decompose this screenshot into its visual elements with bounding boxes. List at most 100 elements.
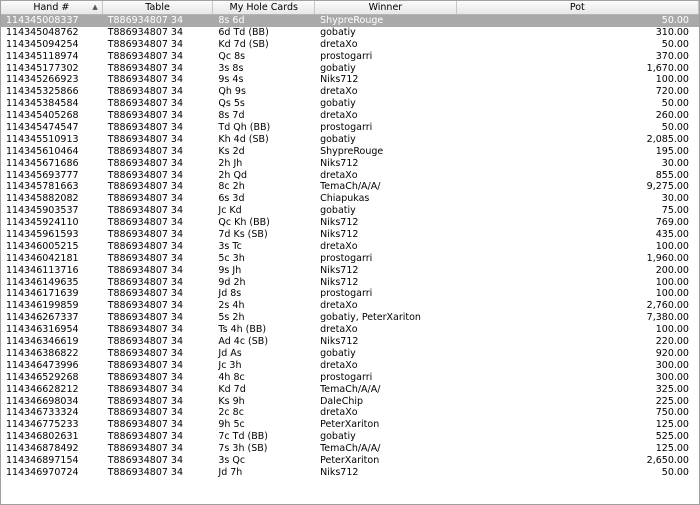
table-row[interactable]: 114346698034 T886934807 34 Ks 9h DaleChip 22… — [1, 396, 699, 408]
cell-hole-cards: Qs 5s — [218, 98, 245, 110]
table-row[interactable]: 114345671686 T886934807 34 2h Jh Niks712 30.… — [1, 158, 699, 170]
cell-table: T886934807 34 — [107, 205, 184, 217]
cell-winner: gobatiy — [320, 98, 356, 110]
cell-pot: 855.00 — [655, 169, 689, 181]
cell-table: T886934807 34 — [107, 86, 184, 98]
table-row[interactable]: 114346267337 T886934807 34 5s 2h gobatiy, P… — [1, 312, 699, 324]
cell-winner: dretaXo — [320, 38, 358, 50]
table-row[interactable]: 114346628212 T886934807 34 Kd 7d TemaCh/A/A… — [1, 384, 699, 396]
table-row[interactable]: 114345882082 T886934807 34 6s 3d Chiapukas 3… — [1, 193, 699, 205]
cell-table: T886934807 34 — [107, 110, 184, 122]
column-header-pot[interactable]: Pot — [457, 1, 699, 14]
cell-hole-cards: Kd 7d (SB) — [218, 38, 269, 50]
table-row[interactable]: 114345405268 T886934807 34 8s 7d dretaXo 260… — [1, 110, 699, 122]
table-row[interactable]: 114346775233 T886934807 34 9h 5c PeterXarit… — [1, 419, 699, 431]
cell-hole-cards: 6s 3d — [218, 193, 245, 205]
cell-table: T886934807 34 — [107, 26, 184, 38]
cell-table: T886934807 34 — [107, 15, 184, 26]
cell-hand: 114346113716 — [6, 264, 79, 276]
table-row[interactable]: 114346878492 T886934807 34 7s 3h (SB) TemaC… — [1, 443, 699, 455]
cell-hole-cards: 4h 8c — [218, 371, 245, 383]
table-row[interactable]: 114346970724 T886934807 34 Jd 7h Niks712 50.… — [1, 467, 699, 479]
cell-hand: 114346775233 — [6, 419, 79, 431]
cell-pot: 300.00 — [655, 371, 689, 383]
table-row[interactable]: 114345008337 T886934807 34 8s 6d ShypreRoug… — [1, 15, 699, 27]
cell-pot: 100.00 — [655, 276, 689, 288]
cell-winner: gobatiy, PeterXariton — [320, 312, 421, 324]
table-row[interactable]: 114346005215 T886934807 34 3s Tc dretaXo 100… — [1, 241, 699, 253]
cell-winner: dretaXo — [320, 407, 358, 419]
cell-hand: 114345474547 — [6, 122, 79, 134]
table-row[interactable]: 114345474547 T886934807 34 Td Qh (BB) prost… — [1, 122, 699, 134]
cell-hand: 114345610464 — [6, 145, 79, 157]
table-row[interactable]: 114345924110 T886934807 34 Qc Kh (BB) Niks7… — [1, 217, 699, 229]
table-row[interactable]: 114346346619 T886934807 34 Ad 4c (SB) Niks7… — [1, 336, 699, 348]
cell-hand: 114346386822 — [6, 347, 79, 359]
cell-winner: Niks712 — [320, 229, 359, 241]
cell-table: T886934807 34 — [107, 383, 184, 395]
table-row[interactable]: 114346529268 T886934807 34 4h 8c prostogarr… — [1, 372, 699, 384]
cell-hole-cards: 9s Jh — [218, 264, 242, 276]
cell-pot: 310.00 — [655, 26, 689, 38]
table-row[interactable]: 114345118974 T886934807 34 Qc 8s prostogarr… — [1, 51, 699, 63]
table-row[interactable]: 114345510913 T886934807 34 Kh 4d (SB) gobat… — [1, 134, 699, 146]
cell-pot: 370.00 — [655, 50, 689, 62]
cell-hand: 114345177302 — [6, 62, 79, 74]
cell-table: T886934807 34 — [107, 300, 184, 312]
cell-table: T886934807 34 — [107, 240, 184, 252]
cell-table: T886934807 34 — [107, 371, 184, 383]
table-row[interactable]: 114346042181 T886934807 34 5c 3h prostogarr… — [1, 253, 699, 265]
table-row[interactable]: 114345693777 T886934807 34 2h Qd dretaXo 855… — [1, 170, 699, 182]
cell-hand: 114346042181 — [6, 252, 79, 264]
table-row[interactable]: 114346897154 T886934807 34 3s Qc PeterXarit… — [1, 455, 699, 467]
cell-pot: 30.00 — [661, 193, 689, 205]
cell-pot: 50.00 — [661, 122, 689, 134]
grid-body: 114345008337 T886934807 34 8s 6d ShypreRoug… — [1, 15, 699, 479]
cell-hole-cards: Ks 9h — [218, 395, 245, 407]
table-row[interactable]: 114345177302 T886934807 34 3s 8s gobatiy 1,6… — [1, 63, 699, 75]
hand-history-grid: Hand # ▲ Table My Hole Cards Winner Pot … — [0, 0, 700, 505]
table-row[interactable]: 114345266923 T886934807 34 9s 4s Niks712 100… — [1, 74, 699, 86]
cell-table: T886934807 34 — [107, 276, 184, 288]
column-header-table[interactable]: Table — [103, 1, 214, 14]
cell-winner: Niks712 — [320, 74, 359, 86]
cell-table: T886934807 34 — [107, 312, 184, 324]
table-row[interactable]: 114345961593 T886934807 34 7d Ks (SB) Niks7… — [1, 229, 699, 241]
cell-winner: gobatiy — [320, 62, 356, 74]
table-row[interactable]: 114345384584 T886934807 34 Qs 5s gobatiy 50.… — [1, 98, 699, 110]
table-row[interactable]: 114345903537 T886934807 34 Jc Kd gobatiy 75.… — [1, 205, 699, 217]
table-row[interactable]: 114346113716 T886934807 34 9s Jh Niks712 200… — [1, 265, 699, 277]
table-row[interactable]: 114346149635 T886934807 34 9d 2h Niks712 100… — [1, 277, 699, 289]
table-row[interactable]: 114346316954 T886934807 34 Ts 4h (BB) dreta… — [1, 324, 699, 336]
column-header-winner-label: Winner — [368, 2, 403, 13]
table-row[interactable]: 114346199859 T886934807 34 2s 4h dretaXo 2,7… — [1, 300, 699, 312]
cell-hand: 114345882082 — [6, 193, 79, 205]
column-header-hole-cards[interactable]: My Hole Cards — [213, 1, 316, 14]
cell-winner: gobatiy — [320, 133, 356, 145]
cell-table: T886934807 34 — [107, 288, 184, 300]
cell-table: T886934807 34 — [107, 395, 184, 407]
cell-winner: dretaXo — [320, 324, 358, 336]
cell-pot: 100.00 — [655, 74, 689, 86]
cell-hole-cards: 8c 2h — [218, 181, 245, 193]
table-row[interactable]: 114346473996 T886934807 34 Jc 3h dretaXo 300… — [1, 360, 699, 372]
cell-winner: prostogarri — [320, 288, 373, 300]
table-row[interactable]: 114346733324 T886934807 34 2c 8c dretaXo 750… — [1, 407, 699, 419]
table-row[interactable]: 114346386822 T886934807 34 Jd As gobatiy 920… — [1, 348, 699, 360]
cell-hand: 114346316954 — [6, 324, 79, 336]
table-row[interactable]: 114346802631 T886934807 34 7c Td (BB) gobat… — [1, 431, 699, 443]
table-row[interactable]: 114345094254 T886934807 34 Kd 7d (SB) dreta… — [1, 39, 699, 51]
table-row[interactable]: 114346171639 T886934807 34 Jd 8s prostogarr… — [1, 288, 699, 300]
cell-pot: 260.00 — [655, 110, 689, 122]
table-row[interactable]: 114345048762 T886934807 34 6d Td (BB) gobat… — [1, 27, 699, 39]
column-header-hand[interactable]: Hand # ▲ — [1, 1, 103, 14]
cell-pot: 50.00 — [661, 15, 689, 26]
cell-pot: 50.00 — [661, 38, 689, 50]
cell-winner: PeterXariton — [320, 454, 380, 466]
table-row[interactable]: 114345610464 T886934807 34 Ks 2d ShypreRoug… — [1, 146, 699, 158]
column-header-winner[interactable]: Winner — [315, 1, 457, 14]
table-row[interactable]: 114345781663 T886934807 34 8c 2h TemaCh/A/A… — [1, 181, 699, 193]
cell-pot: 2,760.00 — [646, 300, 689, 312]
cell-pot: 125.00 — [655, 443, 689, 455]
table-row[interactable]: 114345325866 T886934807 34 Qh 9s dretaXo 720… — [1, 86, 699, 98]
